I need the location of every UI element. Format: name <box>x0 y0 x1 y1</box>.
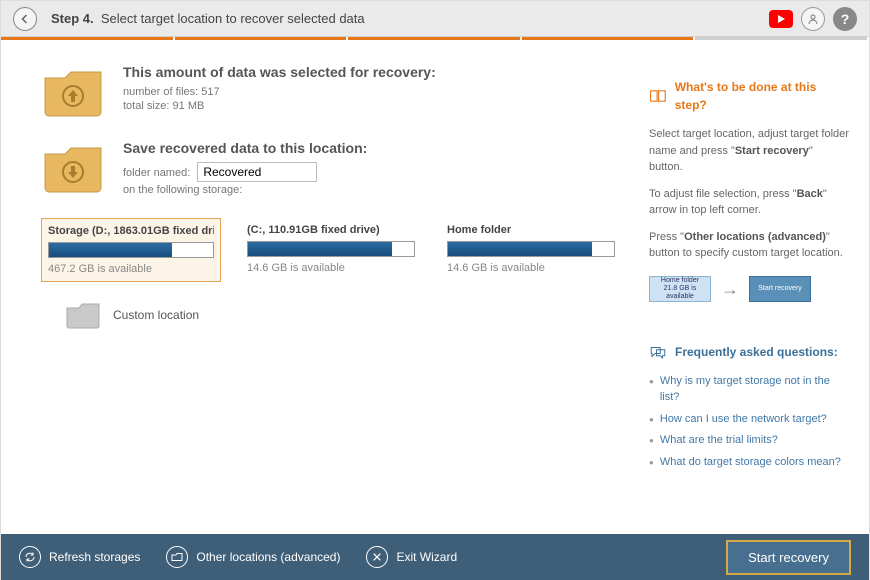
page-title: Step 4. Select target location to recove… <box>51 11 365 26</box>
start-recovery-button[interactable]: Start recovery <box>726 540 851 575</box>
faq-link[interactable]: What are the trial limits? <box>660 432 778 449</box>
folder-icon <box>166 546 188 568</box>
custom-location-button[interactable]: Custom location <box>65 300 625 330</box>
refresh-storages-button[interactable]: Refresh storages <box>19 546 140 568</box>
usage-bar <box>447 241 615 257</box>
close-icon <box>366 546 388 568</box>
arrow-right-icon: → <box>721 276 739 303</box>
step-title: Select target location to recover select… <box>101 11 365 26</box>
usage-bar <box>48 242 214 258</box>
folder-icon <box>65 300 101 330</box>
other-locations-button[interactable]: Other locations (advanced) <box>166 546 340 568</box>
storage-option[interactable]: Storage (D:, 1863.01GB fixed drive) 467.… <box>41 218 221 282</box>
main-panel: This amount of data was selected for rec… <box>1 40 639 534</box>
back-button[interactable] <box>13 7 37 31</box>
faq-link[interactable]: What do target storage colors mean? <box>660 454 841 471</box>
side-faq-heading: Frequently asked questions: <box>649 343 849 361</box>
diagram-select-box: Home folder21.8 GB is available <box>649 276 711 302</box>
folder-down-icon <box>41 140 105 196</box>
footer-bar: Refresh storages Other locations (advanc… <box>1 534 869 580</box>
storage-option[interactable]: (C:, 110.91GB fixed drive) 14.6 GB is av… <box>241 218 421 282</box>
storage-list: Storage (D:, 1863.01GB fixed drive) 467.… <box>41 218 625 282</box>
diagram-start-box: Start recovery <box>749 276 811 302</box>
summary-title: This amount of data was selected for rec… <box>123 64 436 80</box>
header-bar: Step 4. Select target location to recove… <box>1 1 869 37</box>
faq-link[interactable]: Why is my target storage not in the list… <box>660 373 849 406</box>
step-label: Step 4. <box>51 11 94 26</box>
folder-up-icon <box>41 64 105 120</box>
folder-name-input[interactable] <box>197 162 317 182</box>
side-todo-heading: What's to be done at this step? <box>649 78 849 114</box>
arrow-left-icon <box>19 13 31 25</box>
faq-link[interactable]: How can I use the network target? <box>660 411 827 428</box>
save-section: Save recovered data to this location: fo… <box>41 140 625 198</box>
summary-section: This amount of data was selected for rec… <box>41 64 625 120</box>
save-title: Save recovered data to this location: <box>123 140 367 156</box>
refresh-icon <box>19 546 41 568</box>
side-panel: What's to be done at this step? Select t… <box>639 40 869 534</box>
help-icon[interactable]: ? <box>833 7 857 31</box>
youtube-icon[interactable] <box>769 10 793 28</box>
help-diagram: Home folder21.8 GB is available → Start … <box>649 276 849 303</box>
faq-list: Why is my target storage not in the list… <box>649 373 849 471</box>
usage-bar <box>247 241 415 257</box>
header-actions: ? <box>769 7 857 31</box>
exit-wizard-button[interactable]: Exit Wizard <box>366 546 457 568</box>
chat-icon <box>649 345 667 359</box>
account-icon[interactable] <box>801 7 825 31</box>
storage-option[interactable]: Home folder 14.6 GB is available <box>441 218 621 282</box>
book-icon <box>649 89 667 103</box>
